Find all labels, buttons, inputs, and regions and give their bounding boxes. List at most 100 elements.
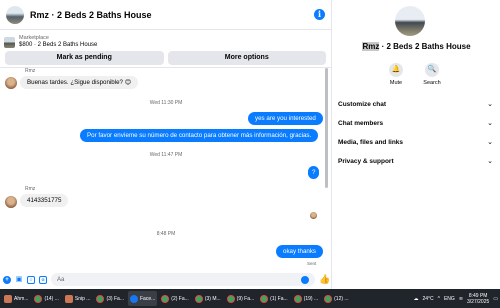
section-label: Customize chat — [338, 100, 387, 108]
taskbar-item[interactable]: (1) Fa... — [258, 291, 290, 306]
message-list[interactable]: Rmz Buenas tardes. ¿Sigue disponible? 😊 … — [0, 67, 332, 270]
taskbar-item-label: (12) ... — [334, 295, 349, 302]
chevron-down-icon: ⌄ — [487, 101, 493, 108]
image-icon[interactable]: ▣ — [15, 276, 23, 284]
sent-status: Sent — [307, 261, 317, 266]
timestamp: Wed 11:30 PM — [149, 100, 183, 106]
plus-icon[interactable]: + — [3, 275, 11, 284]
chrome-icon — [161, 294, 170, 303]
taskbar-item-label: Ahm... — [14, 295, 29, 302]
thumbs-up-icon[interactable]: 👍 — [319, 274, 330, 285]
sender-name: Rmz — [25, 186, 36, 192]
taskbar-item-label: (3) Fa... — [106, 295, 124, 302]
taskbar-item-label: Face... — [140, 295, 156, 302]
chrome-icon — [324, 294, 333, 303]
section-privacy-support[interactable]: Privacy & support ⌄ — [338, 155, 493, 167]
section-customize-chat[interactable]: Customize chat ⌄ — [338, 98, 493, 110]
listing-avatar — [395, 6, 425, 36]
taskbar-item-label: (19) ... — [303, 295, 319, 302]
chat-title[interactable]: Rmz · 2 Beds 2 Baths House — [30, 10, 314, 20]
section-chat-members[interactable]: Chat members ⌄ — [338, 117, 493, 129]
emoji-icon[interactable] — [301, 275, 309, 284]
taskbar-item[interactable]: (9) Fa... — [225, 291, 257, 306]
taskbar-item[interactable]: Ahm... — [2, 291, 30, 306]
listing-thumbnail — [4, 36, 15, 48]
snip-icon — [64, 294, 73, 303]
quick-actions: 🔔 Mute 🔍 Search — [385, 63, 443, 86]
notification-icon[interactable]: ▭ — [493, 296, 498, 302]
message-bubble[interactable]: ? — [308, 166, 320, 179]
message-bubble[interactable]: Por favor envíeme su número de contacto … — [80, 129, 319, 142]
avatar[interactable] — [6, 5, 24, 24]
taskbar-item[interactable]: (2) Fa... — [159, 291, 191, 306]
contact-avatar[interactable] — [5, 77, 17, 89]
listing-label: Marketplace — [19, 35, 49, 41]
language-indicator[interactable]: ENG — [444, 296, 455, 302]
message-bubble[interactable]: yes are you interested — [248, 112, 323, 125]
taskbar-item-label: (9) Fa... — [236, 295, 255, 302]
mute-button[interactable]: 🔔 Mute — [385, 63, 407, 86]
taskbar-item-label: Snip ... — [74, 295, 91, 302]
contact-avatar[interactable] — [5, 196, 17, 208]
gif-icon[interactable]: G — [39, 275, 47, 284]
bell-icon: 🔔 — [389, 63, 403, 77]
search-button[interactable]: 🔍 Search — [421, 63, 443, 86]
scrollbar[interactable] — [325, 68, 328, 188]
taskbar-item[interactable]: (3) Fa... — [94, 291, 126, 306]
chrome-icon — [34, 294, 43, 303]
chrome-icon — [293, 294, 302, 303]
chevron-down-icon: ⌄ — [487, 139, 493, 146]
message-bubble[interactable]: 4143351775 — [20, 194, 69, 207]
listing-banner[interactable]: Marketplace $800 · 2 Beds 2 Baths House — [0, 33, 331, 51]
timestamp: 8:48 PM — [156, 231, 176, 237]
facebook-icon — [130, 294, 138, 303]
clock[interactable]: 8:49 PM 3/27/2025 — [467, 293, 489, 305]
name-highlight: Rmz — [362, 42, 380, 51]
weather-icon[interactable]: ☁ — [413, 296, 418, 302]
weather-temp[interactable]: 24°C — [422, 296, 433, 302]
chat-panel: Rmz · 2 Beds 2 Baths House i Marketplace… — [0, 0, 332, 289]
search-label: Search — [423, 80, 441, 86]
message-bubble[interactable]: okay thanks — [276, 245, 324, 258]
mute-label: Mute — [389, 80, 403, 86]
message-input-placeholder: Aa — [57, 276, 65, 283]
sender-name: Rmz — [25, 68, 36, 74]
taskbar-item-label: (2) Fa... — [171, 295, 189, 302]
section-label: Chat members — [338, 119, 384, 127]
chat-header: Rmz · 2 Beds 2 Baths House i — [0, 0, 331, 30]
taskbar-item[interactable]: Face... — [128, 291, 158, 306]
chevron-up-icon[interactable]: ^ — [438, 296, 440, 302]
chrome-icon — [226, 294, 235, 303]
more-options-button[interactable]: More options — [167, 51, 326, 65]
conversation-info-panel: Rmz · 2 Beds 2 Baths House 🔔 Mute 🔍 Sear… — [333, 0, 500, 289]
section-media-files-links[interactable]: Media, files and links ⌄ — [338, 136, 493, 148]
taskbar-item[interactable]: (3) M... — [193, 291, 223, 306]
taskbar-item[interactable]: (12) ... — [322, 291, 350, 306]
info-icon[interactable]: i — [314, 9, 325, 20]
seen-avatar-icon — [310, 212, 317, 219]
chevron-down-icon: ⌄ — [487, 120, 493, 127]
listing-actions: Mark as pending More options — [0, 51, 331, 65]
taskbar-item[interactable]: (19) ... — [292, 291, 320, 306]
taskbar-item-label: (14) ... — [44, 295, 59, 302]
mark-as-pending-button[interactable]: Mark as pending — [5, 51, 164, 65]
taskbar-item[interactable]: Snip ... — [63, 291, 93, 306]
system-tray: ☁ 24°C ^ ENG ≋ 8:49 PM 3/27/2025 ▭ — [413, 293, 498, 305]
app-icon — [4, 294, 12, 303]
taskbar-item[interactable]: (14) ... — [32, 291, 60, 306]
taskbar: Ahm... (14) ... Snip ... (3) Fa... Face.… — [0, 289, 500, 308]
chrome-icon — [96, 294, 105, 303]
chrome-icon — [194, 294, 203, 303]
name-rest: · 2 Beds 2 Baths House — [379, 42, 471, 51]
clock-time: 8:49 PM — [468, 292, 488, 299]
taskbar-item-label: (1) Fa... — [270, 295, 288, 302]
taskbar-item-label: (3) M... — [204, 295, 221, 302]
chrome-icon — [260, 294, 269, 303]
wifi-icon[interactable]: ≋ — [459, 296, 463, 302]
sticker-icon[interactable]: ☺ — [27, 275, 35, 284]
composer: + ▣ ☺ G Aa 👍 — [0, 270, 332, 289]
listing-price-title: $800 · 2 Beds 2 Baths House — [19, 42, 98, 48]
section-label: Media, files and links — [338, 138, 404, 146]
message-input[interactable]: Aa — [51, 273, 315, 286]
message-bubble[interactable]: Buenas tardes. ¿Sigue disponible? 😊 — [20, 76, 139, 89]
